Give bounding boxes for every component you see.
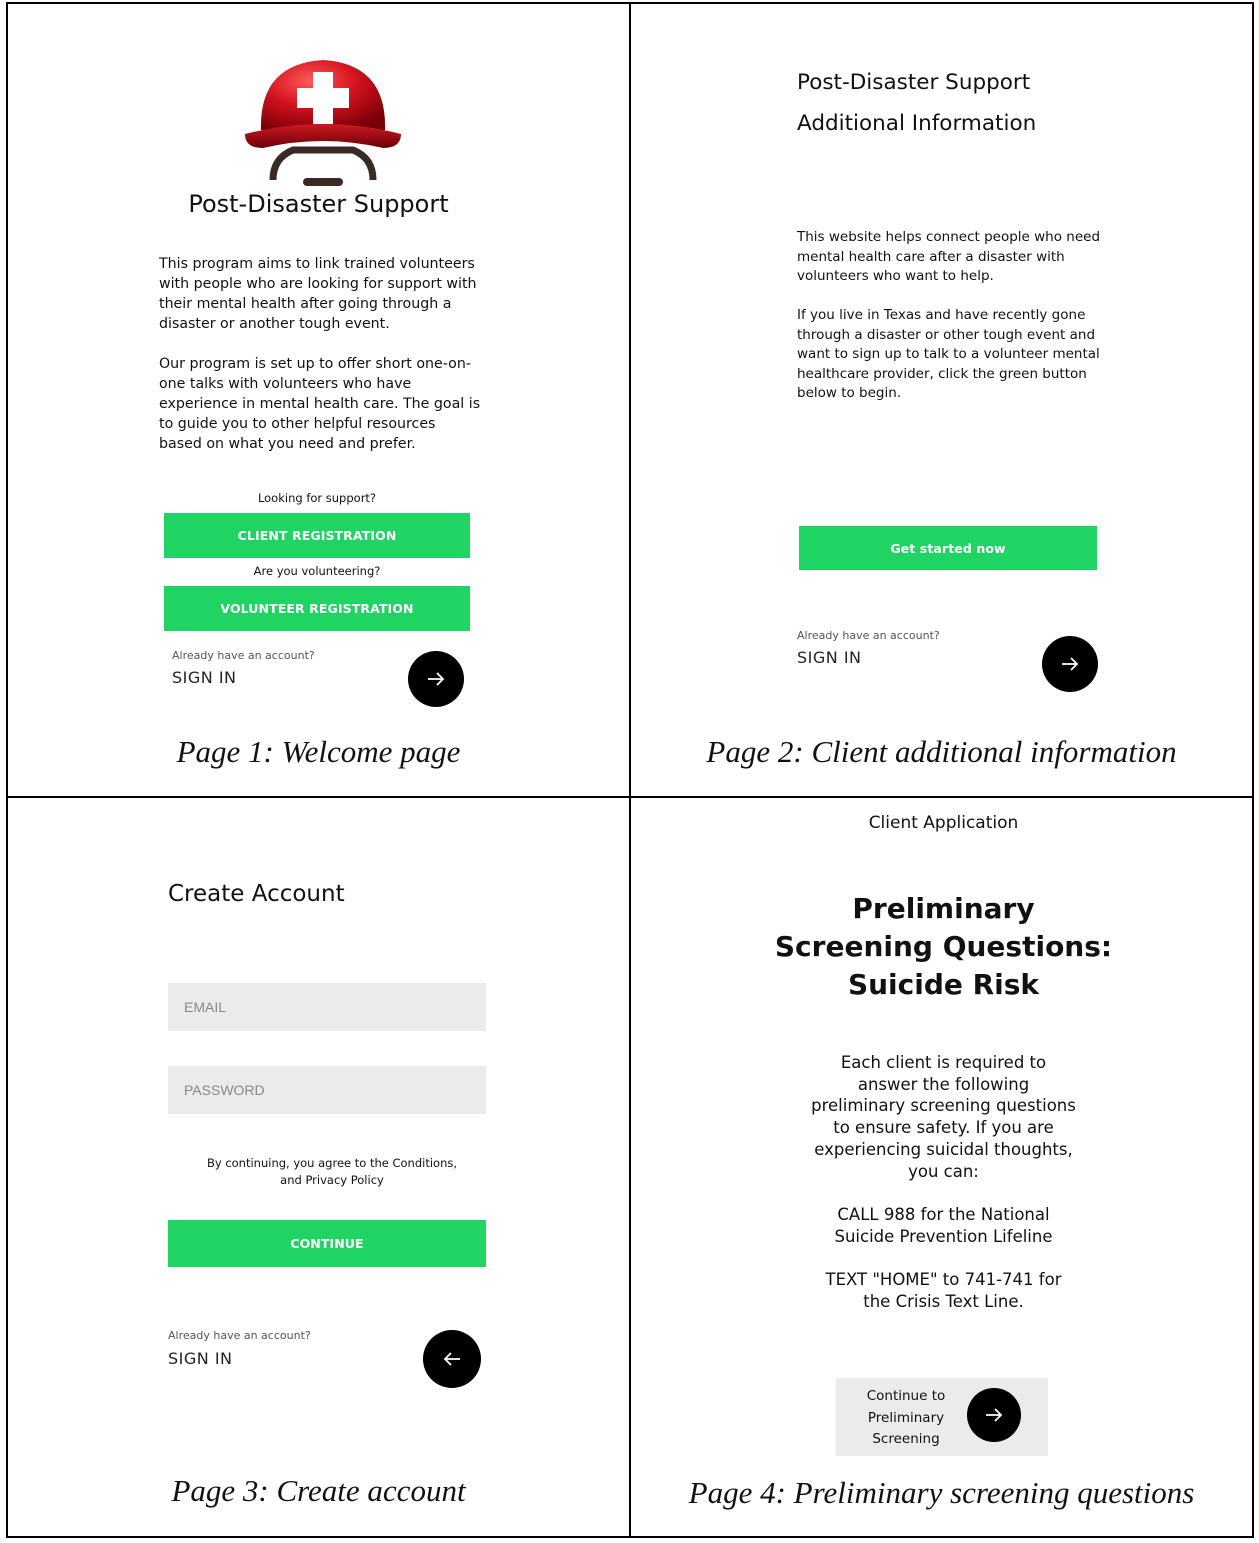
intro-paragraph: This program aims to link trained volunt… bbox=[159, 256, 477, 332]
welcome-page-panel: Post-Disaster Support This program aims … bbox=[8, 4, 629, 796]
page-caption: Page 1: Welcome page bbox=[176, 734, 461, 769]
description-paragraph: This website helps connect people who ne… bbox=[797, 229, 1101, 284]
arrow-left-icon bbox=[443, 1352, 460, 1366]
volunteer-registration-button[interactable]: VOLUNTEER REGISTRATION bbox=[164, 586, 470, 631]
support-prompt: Looking for support? bbox=[257, 491, 377, 505]
sign-in-link[interactable]: SIGN IN bbox=[797, 648, 862, 667]
get-started-button[interactable]: Get started now bbox=[799, 526, 1097, 570]
sign-in-link[interactable]: SIGN IN bbox=[168, 1349, 233, 1368]
crisis-text-info: TEXT "HOME" to 741-741 for the Crisis Te… bbox=[825, 1270, 1062, 1311]
page-title: Post-Disaster Support bbox=[188, 190, 449, 218]
client-info-page-panel: Post-Disaster Support Additional Informa… bbox=[631, 4, 1252, 796]
client-registration-button[interactable]: CLIENT REGISTRATION bbox=[164, 513, 470, 558]
terms-notice: By continuing, you agree to the Conditio… bbox=[168, 1155, 496, 1189]
password-field[interactable]: PASSWORD bbox=[168, 1066, 486, 1114]
email-field[interactable]: EMAIL bbox=[168, 983, 486, 1031]
eligibility-paragraph: If you live in Texas and have recently g… bbox=[797, 307, 1100, 401]
continue-to-screening-button[interactable]: Continue to Preliminary Screening bbox=[836, 1378, 1048, 1456]
page-caption: Page 4: Preliminary screening questions bbox=[688, 1475, 1195, 1510]
arrow-right-icon bbox=[428, 672, 445, 686]
sign-in-arrow-button[interactable] bbox=[1042, 636, 1098, 692]
helmet-logo-icon bbox=[233, 50, 413, 195]
account-prompt: Already have an account? bbox=[172, 649, 315, 662]
create-account-page-panel: Create Account EMAIL PASSWORD By continu… bbox=[8, 798, 629, 1536]
terms-line-2: and Privacy Policy bbox=[280, 1173, 384, 1187]
account-prompt: Already have an account? bbox=[168, 1329, 311, 1342]
arrow-right-icon bbox=[1062, 657, 1079, 671]
continue-button[interactable]: CONTINUE bbox=[168, 1220, 486, 1267]
arrow-right-icon bbox=[986, 1408, 1003, 1422]
page-title: Preliminary Screening Questions: Suicide… bbox=[631, 890, 1256, 1004]
screening-page-panel: Client Application Preliminary Screening… bbox=[631, 798, 1252, 1536]
title-line-2: Screening Questions: bbox=[774, 930, 1113, 963]
page-title-line2: Additional Information bbox=[797, 111, 1037, 136]
page-title-line1: Post-Disaster Support bbox=[797, 70, 1031, 95]
lifeline-call-info: CALL 988 for the National Suicide Preven… bbox=[834, 1205, 1053, 1246]
screening-instructions: Each client is required to answer the fo… bbox=[811, 1053, 1076, 1181]
sign-in-link[interactable]: SIGN IN bbox=[172, 668, 237, 687]
page-title: Create Account bbox=[168, 881, 345, 907]
back-arrow-button[interactable] bbox=[423, 1330, 481, 1388]
sign-in-arrow-button[interactable] bbox=[408, 651, 464, 707]
account-prompt: Already have an account? bbox=[797, 629, 940, 642]
page-caption: Page 2: Client additional information bbox=[706, 734, 1177, 769]
volunteer-prompt: Are you volunteering? bbox=[253, 564, 381, 578]
title-line-1: Preliminary bbox=[852, 892, 1035, 925]
terms-line-1: By continuing, you agree to the Conditio… bbox=[206, 1156, 458, 1170]
program-paragraph: Our program is set up to offer short one… bbox=[159, 356, 481, 452]
application-header: Client Application bbox=[868, 813, 1019, 833]
continue-to-screening-label: Continue to Preliminary Screening bbox=[866, 1388, 946, 1447]
page-caption: Page 3: Create account bbox=[171, 1473, 466, 1508]
continue-arrow bbox=[967, 1388, 1021, 1442]
title-line-3: Suicide Risk bbox=[847, 968, 1040, 1001]
